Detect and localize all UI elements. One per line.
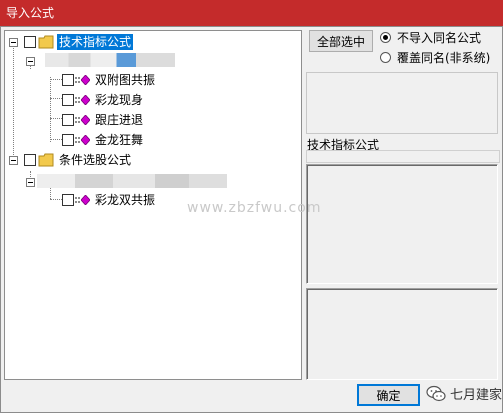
item-checkbox[interactable]: [62, 94, 74, 106]
tree-line: [50, 139, 62, 140]
tree-line: [50, 199, 62, 200]
gem-icon: [81, 75, 90, 85]
tree-group-label: 条件选股公式: [59, 153, 132, 167]
tree-line: [50, 118, 62, 119]
item-checkbox[interactable]: [62, 134, 74, 146]
preview-box: [306, 288, 498, 380]
tree-group-screening[interactable]: 条件选股公式: [9, 152, 133, 168]
group-checkbox[interactable]: [24, 154, 36, 166]
tree-item[interactable]: 跟庄进退: [62, 112, 145, 128]
select-all-button[interactable]: 全部选中: [309, 30, 373, 52]
group-checkbox[interactable]: [24, 36, 36, 48]
tree-subgroup-redacted[interactable]: [26, 53, 35, 69]
redacted-label: [45, 53, 175, 67]
gem-icon: [81, 135, 90, 145]
item-checkbox[interactable]: [62, 194, 74, 206]
item-checkbox[interactable]: [62, 114, 74, 126]
radio-unselected[interactable]: [380, 52, 391, 63]
dots-icon: [75, 77, 80, 83]
tree-item-label: 彩龙双共振: [95, 193, 156, 207]
window-title: 导入公式: [6, 6, 55, 20]
tree-item[interactable]: 金龙狂舞: [62, 132, 145, 148]
description-box: [306, 164, 498, 284]
info-strip: [306, 150, 500, 163]
options-area: [306, 72, 498, 134]
option-label: 覆盖同名(非系统): [397, 51, 491, 65]
tree-item[interactable]: 双附图共振: [62, 72, 157, 88]
collapse-icon[interactable]: [9, 37, 18, 47]
tree-group-label: 技术指标公式: [57, 34, 134, 50]
dots-icon: [75, 197, 80, 203]
window-titlebar: 导入公式: [0, 0, 503, 26]
gem-icon: [81, 95, 90, 105]
gem-icon: [81, 195, 90, 205]
option-label: 不导入同名公式: [397, 31, 482, 45]
item-checkbox[interactable]: [62, 74, 74, 86]
folder-icon: [38, 153, 54, 167]
collapse-icon[interactable]: [26, 177, 35, 187]
option-overwrite-duplicates[interactable]: 覆盖同名(非系统): [380, 49, 490, 66]
dots-icon: [75, 97, 80, 103]
radio-selected[interactable]: [380, 32, 391, 43]
tree-item[interactable]: 彩龙现身: [62, 92, 145, 108]
redacted-label: [37, 174, 227, 188]
wechat-text: 七月建家: [450, 388, 503, 403]
tree-line: [50, 187, 51, 199]
wechat-icon: [426, 385, 446, 401]
tree-item-label: 彩龙现身: [95, 93, 144, 107]
tree-line: [50, 98, 62, 99]
option-skip-duplicates[interactable]: 不导入同名公式: [380, 29, 481, 46]
tree-line: [13, 45, 14, 161]
tree-item-label: 双附图共振: [95, 73, 156, 87]
tree-item-label: 金龙狂舞: [95, 133, 144, 147]
tree-item[interactable]: 彩龙双共振: [62, 192, 157, 208]
dots-icon: [75, 137, 80, 143]
ok-button[interactable]: 确定: [357, 384, 420, 406]
tree-line: [50, 77, 51, 142]
tree-item-label: 跟庄进退: [95, 113, 144, 127]
gem-icon: [81, 115, 90, 125]
tree-line: [50, 79, 62, 80]
collapse-icon[interactable]: [9, 155, 18, 165]
watermark-text: www.zbzfwu.com: [187, 200, 322, 216]
dots-icon: [75, 117, 80, 123]
wechat-watermark: 七月建家: [426, 384, 502, 403]
collapse-icon[interactable]: [26, 56, 35, 66]
tree-group-technical[interactable]: 技术指标公式: [9, 34, 134, 50]
folder-icon: [38, 35, 54, 49]
tree-subgroup-redacted[interactable]: [26, 174, 35, 190]
